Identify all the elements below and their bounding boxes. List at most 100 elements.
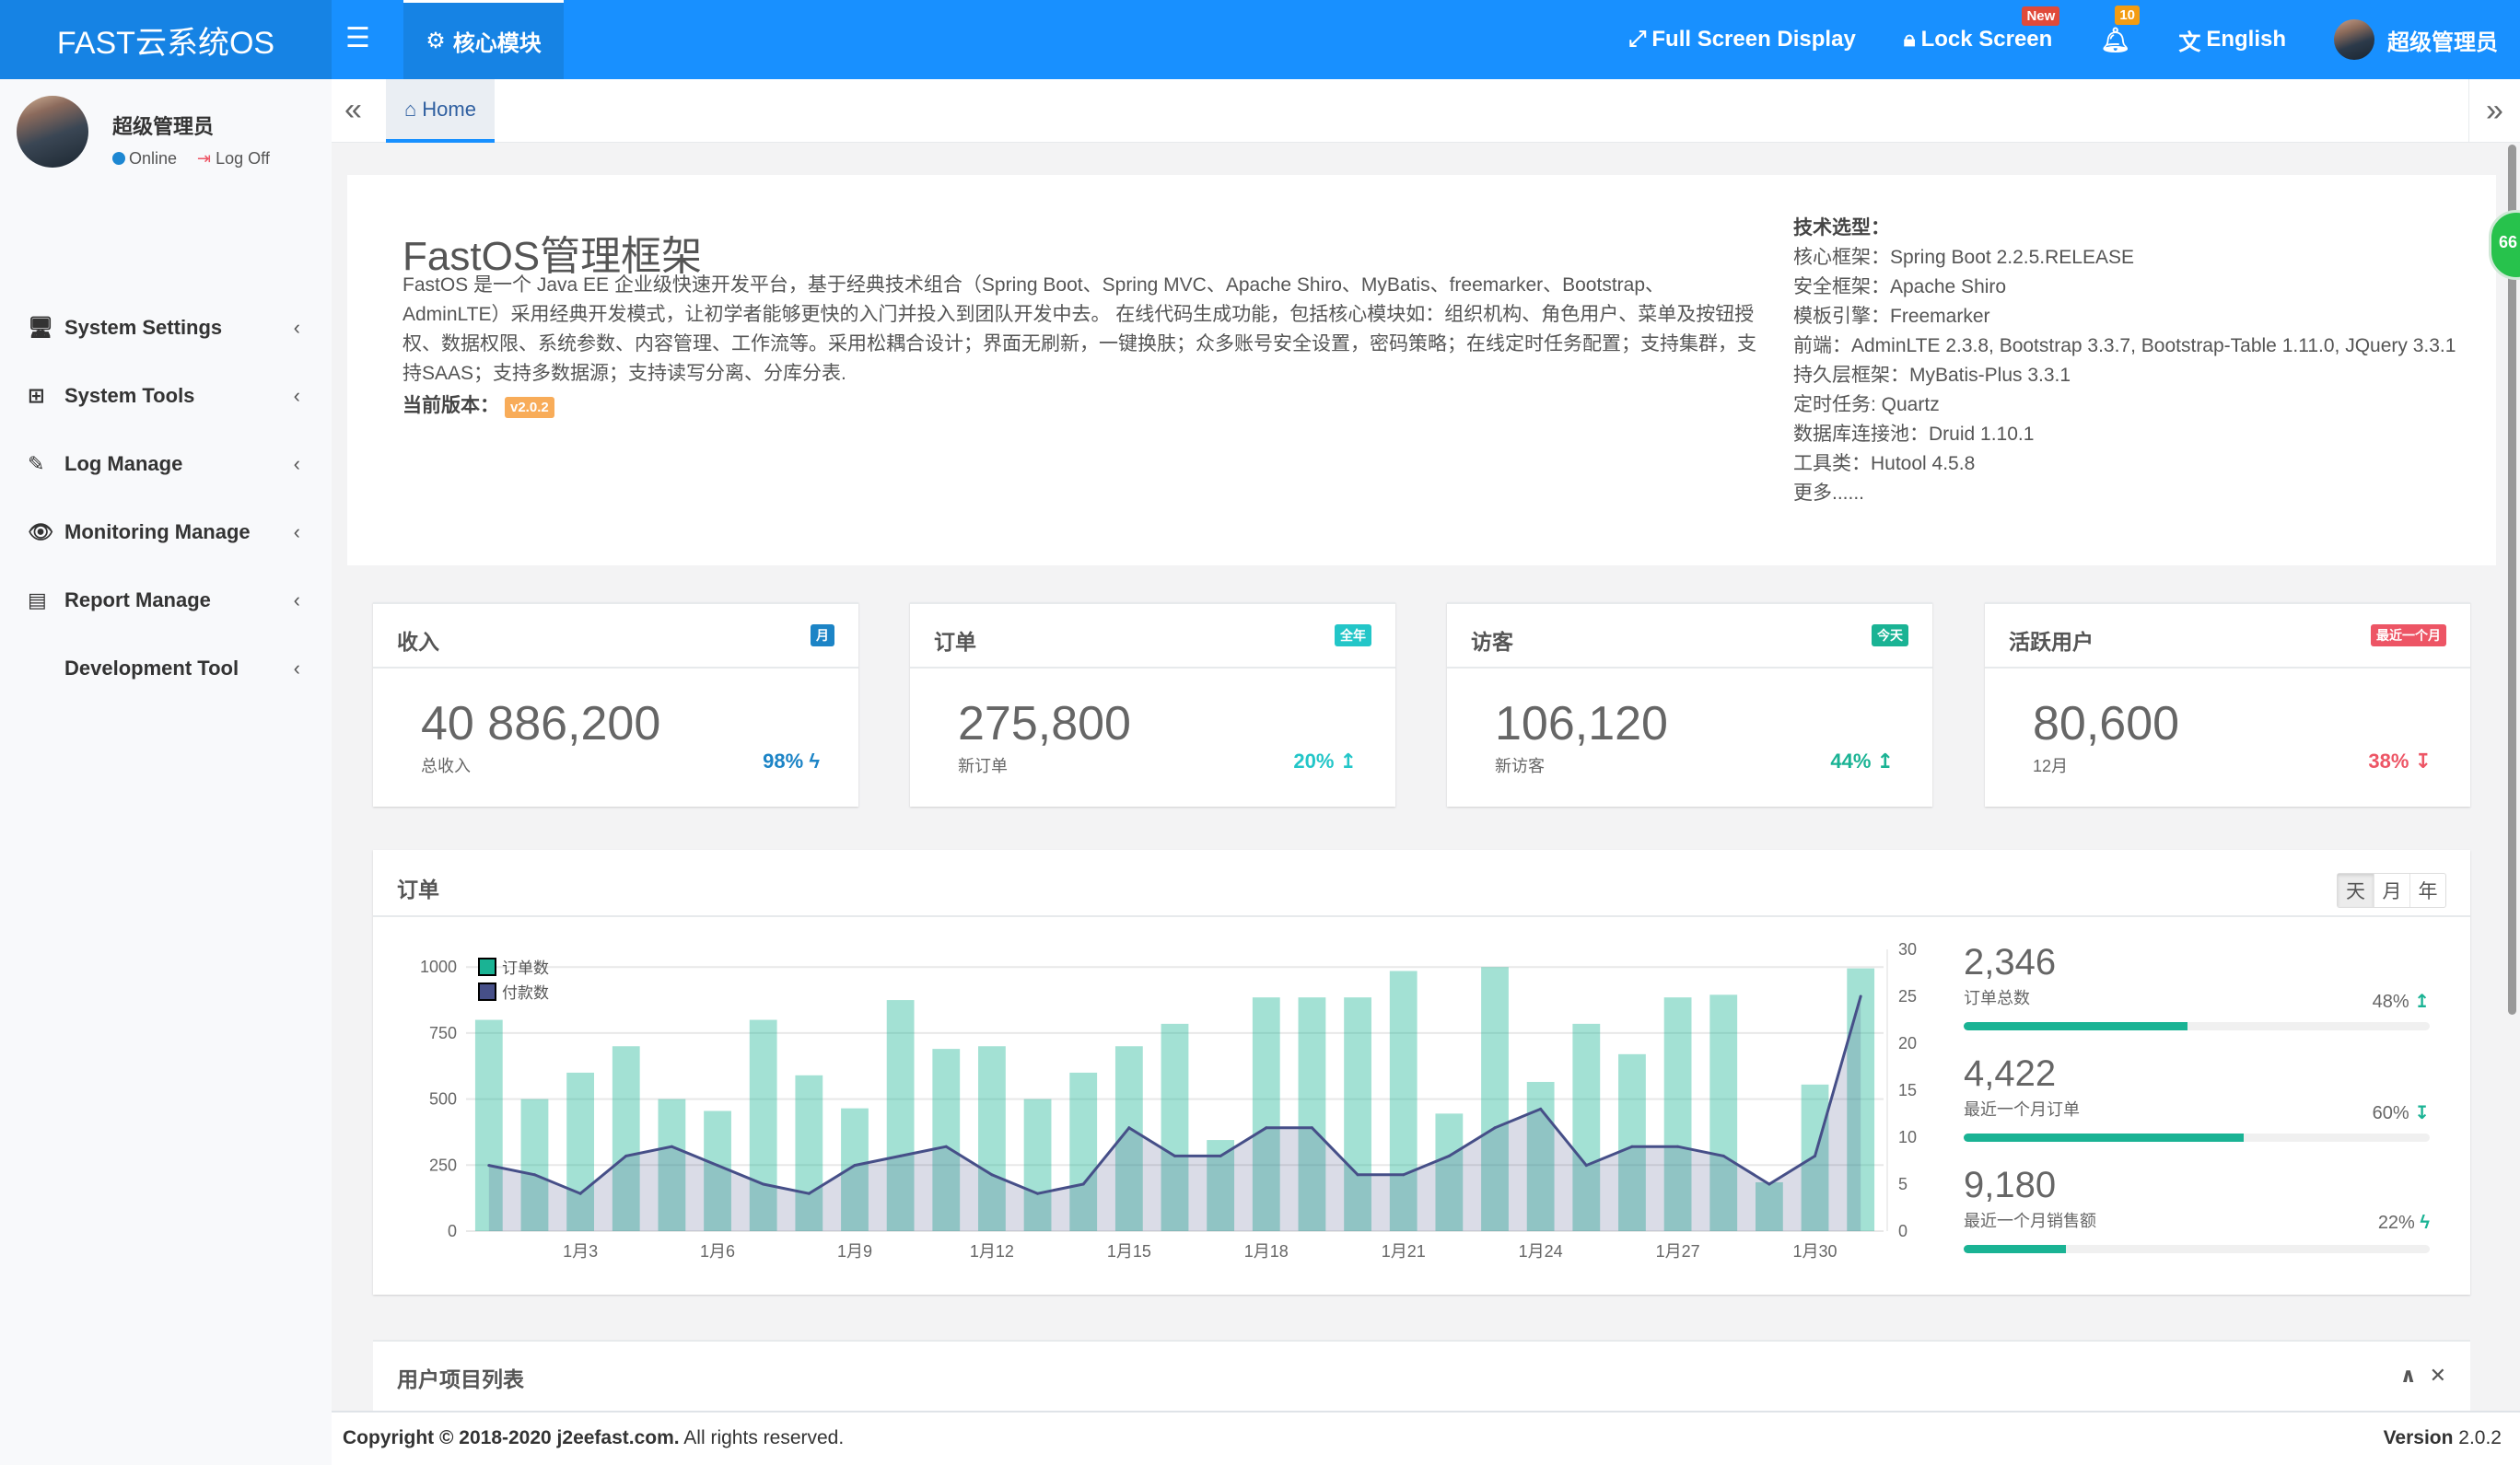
tech-item: 模板引擎：Freemarker [1793,306,1990,327]
orders-chart: 0 250 500 750 1000 0 5 10 15 20 25 30 1月3 1月6 1月9 1月12 1… [420,940,1917,1261]
period-button[interactable]: 天 [2338,874,2374,907]
left-tick-label: 750 [429,1024,457,1042]
top-navbar: FAST云系统OS ☰ ⚙ 核心模块 ⤢ Full Screen Display 🔒… [0,0,2520,79]
tab-core-module[interactable]: ⚙ 核心模块 [403,0,564,79]
card-percent: 98% ϟ [763,750,820,773]
legend-label: 订单数 [502,959,549,977]
fullscreen-button[interactable]: ⤢ Full Screen Display [1628,27,1856,52]
sidebar-item-development-tool[interactable]: Development Tool ‹ [28,645,304,692]
right-tick-label: 20 [1898,1034,1917,1052]
scroll-tabs-right-icon[interactable]: » [2468,79,2520,143]
right-tick-label: 5 [1898,1175,1908,1193]
tech-item: 数据库连接池：Druid 1.10.1 [1793,424,2035,445]
version-label: Version [2383,1427,2454,1448]
logoff-link[interactable]: ⇥ Log Off [197,149,270,169]
x-tick-label: 1月30 [1793,1242,1838,1261]
edit-icon: ✎ [28,452,45,475]
stat-card: 收入 月 40 886,200 总收入 98% ϟ [373,602,858,807]
sidebar-item-log-manage[interactable]: ✎ Log Manage ‹ [28,441,304,487]
avatar [17,96,88,168]
copyright: Copyright © 2018-2020 j2eefast.com. [343,1427,680,1448]
tech-stack: 技术选型： 核心框架：Spring Boot 2.2.5.RELEASE 安全框架：… [1793,214,2456,508]
percent-value: 48% [2372,992,2409,1012]
line-point [1584,1164,1588,1168]
sidebar-item-system-tools[interactable]: ⊞ System Tools ‹ [28,373,304,419]
percent-value: 38% [2368,750,2409,773]
line-point [807,1192,811,1195]
version-badge: v2.0.2 [505,397,554,418]
gear-icon: ⚙ [426,29,446,53]
collapse-icon[interactable]: ∧ [2400,1364,2417,1388]
tab-label: 核心模块 [452,31,542,56]
x-tick-label: 1月3 [563,1242,598,1261]
left-tick-label: 500 [429,1090,457,1109]
x-tick-label: 1月18 [1244,1242,1289,1261]
scrollbar[interactable] [2505,143,2520,1411]
fullscreen-label: Full Screen Display [1651,27,1856,52]
orders-panel: 订单 天月年 0 250 500 750 1000 0 5 10 15 20 25 30 1月3 1月6 1… [373,850,2470,1295]
line-point [1814,1154,1817,1157]
line-point [1310,1126,1313,1130]
logoff-label: Log Off [216,149,270,168]
line-point [1630,1145,1634,1148]
lock-icon: 🔒︎ [1903,27,1916,52]
eye-icon: 👁︎ [28,520,53,543]
sidebar-item-monitoring-manage[interactable]: 👁︎ Monitoring Manage ‹ [28,509,304,555]
tab-home[interactable]: ⌂ Home [386,79,495,143]
scroll-tabs-left-icon[interactable]: « [344,92,362,128]
x-tick-label: 1月21 [1382,1242,1426,1261]
progress-bar [1964,1022,2430,1030]
line-point [578,1192,582,1195]
order-stat: 9,180 最近一个月销售额 22% ϟ [1964,1165,2430,1276]
line-point [1219,1154,1222,1157]
language-button[interactable]: 文 English [2178,24,2286,56]
line-point [1676,1145,1680,1148]
sidebar-item-report-manage[interactable]: ▤ Report Manage ‹ [28,577,304,623]
sidebar-item-system-settings[interactable]: 🖥︎ System Settings ‹ [28,305,304,351]
sidebar-toggle-icon[interactable]: ☰ [345,22,370,54]
chevron-left-icon: ‹ [293,452,300,475]
line-point [670,1145,673,1148]
percent-value: 60% [2372,1103,2409,1123]
chevron-left-icon: ‹ [293,588,300,611]
intro-panel: FastOS管理框架 FastOS 是一个 Java EE 企业级快速开发平台，… [347,175,2496,565]
progress-fill [1964,1022,2188,1030]
stat-percent: 22% ϟ [2378,1213,2430,1234]
right-tick-label: 25 [1898,987,1917,1006]
tech-item: 安全框架：Apache Shiro [1793,276,2007,297]
legend-swatch [478,958,496,976]
file-excel-icon: ▤ [28,588,47,611]
line-point [1402,1173,1406,1177]
line-point [1493,1126,1497,1130]
line-point [1721,1154,1725,1157]
period-button[interactable]: 年 [2409,874,2445,907]
sidebar: 超级管理员 Online ⇥ Log Off 🖥︎ System Settings ‹… [0,79,332,1465]
period-button[interactable]: 月 [2374,874,2409,907]
percent-value: 44% [1830,750,1872,773]
sidebar-item-label: Monitoring Manage [64,520,251,543]
sidebar-item-label: Log Manage [64,452,183,475]
user-menu[interactable]: 超级管理员 [2334,19,2498,60]
tech-item: 核心框架：Spring Boot 2.2.5.RELEASE [1793,247,2134,268]
sign-out-icon: ⇥ [197,149,216,168]
trend-up-icon: ↥ [2414,992,2430,1012]
tech-item: 定时任务: Quartz [1793,394,1940,415]
stat-label: 最近一个月订单 [1964,1100,2080,1119]
card-badge: 最近一个月 [2371,624,2446,646]
card-subtitle: 12月 [2033,757,2069,775]
lock-screen-button[interactable]: 🔒︎ Lock Screen New [1903,6,2060,52]
avatar [2334,19,2374,60]
notifications-button[interactable]: 🔔︎ 10 [2100,5,2140,54]
percent-value: 98% [763,750,804,773]
expand-icon: ⤢ [1628,27,1647,52]
line-point [1127,1126,1131,1130]
chevron-left-icon: ‹ [293,520,300,543]
line-point [1356,1173,1359,1177]
trend-bolt-icon: ϟ [809,750,820,773]
tech-item: 更多...... [1793,483,1865,504]
card-badge: 今天 [1872,624,1908,646]
close-icon[interactable]: ✕ [2430,1364,2446,1388]
logo[interactable]: FAST云系统OS [0,0,332,79]
stat-value: 4,422 [1964,1053,2057,1094]
right-tick-label: 0 [1898,1222,1908,1240]
